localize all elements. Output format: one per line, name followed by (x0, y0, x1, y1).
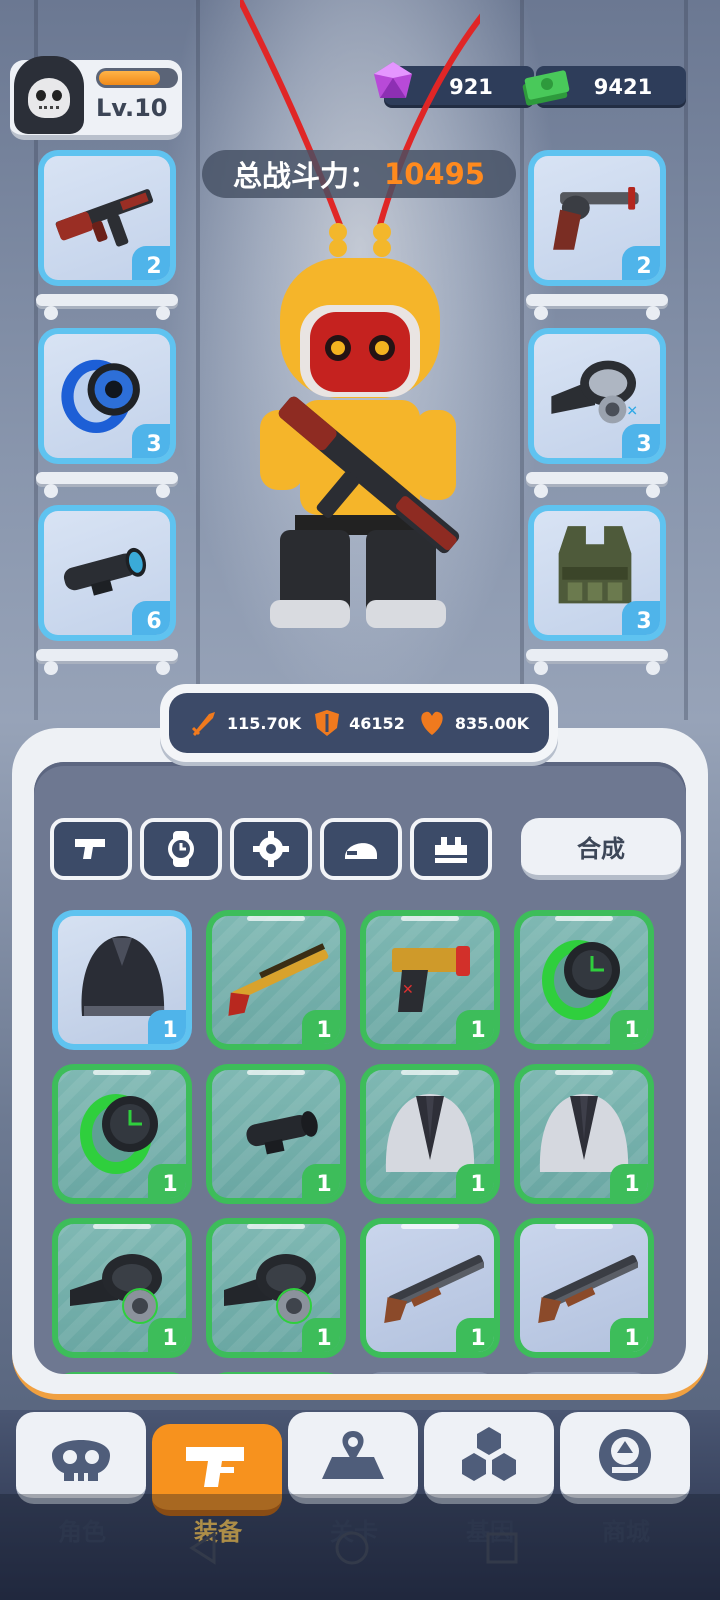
item-count: 1 (302, 1164, 340, 1198)
hexagons-icon (462, 1427, 516, 1481)
equip-slot-head[interactable]: ✕ 3 (528, 328, 666, 464)
health-stat: 835.00K (417, 709, 529, 737)
defense-stat: 46152 (313, 708, 405, 738)
inventory-item-partial[interactable] (360, 1372, 500, 1374)
cash-icon (522, 70, 570, 106)
inventory-item[interactable]: 1 (52, 1218, 192, 1358)
total-power-label: 总战斗力： (233, 159, 379, 193)
item-count: 1 (148, 1164, 186, 1198)
inventory-item-partial[interactable] (206, 1372, 346, 1374)
tab-weapons[interactable] (50, 818, 132, 880)
cash-counter[interactable]: 9421 (522, 66, 686, 108)
inventory-item[interactable]: 1 (206, 1064, 346, 1204)
character-model (240, 0, 480, 628)
inventory-panel: 合成 1 1 ✕ 1 1 1 1 1 1 1 1 1 1 (12, 728, 708, 1400)
equip-slot-sidearm[interactable]: 2 (528, 150, 666, 286)
shelf (526, 290, 668, 320)
equip-slot-watch[interactable]: 3 (38, 328, 176, 464)
attack-value: 115.70K (227, 713, 302, 733)
inventory-item[interactable]: 1 (206, 910, 346, 1050)
shield-icon (315, 710, 340, 736)
gun-icon (75, 839, 105, 859)
shelf (36, 645, 178, 675)
inventory-item-partial[interactable] (514, 1372, 654, 1374)
inventory-item[interactable]: 1 (514, 910, 654, 1050)
helmet-icon (345, 843, 377, 859)
item-count: 1 (148, 1318, 186, 1352)
wall-divider (196, 0, 200, 720)
inventory-item[interactable]: 1 (206, 1218, 346, 1358)
merge-button[interactable]: 合成 (521, 818, 681, 880)
shelf (36, 468, 178, 498)
tab-watches[interactable] (140, 818, 222, 880)
total-power: 总战斗力： 10495 (202, 150, 516, 198)
shelf (526, 645, 668, 675)
item-count: 1 (456, 1164, 494, 1198)
tab-gear[interactable] (230, 818, 312, 880)
gun-icon (186, 1447, 244, 1487)
nav-genes[interactable] (424, 1412, 554, 1504)
item-count: 1 (148, 1010, 186, 1044)
equip-slot-accessory[interactable]: 6 (38, 505, 176, 641)
stats-bar: 115.70K 46152 835.00K (160, 684, 558, 762)
inventory-item[interactable]: 1 (514, 1064, 654, 1204)
heart-icon (421, 711, 443, 735)
inventory-item[interactable]: 1 (360, 1218, 500, 1358)
equip-slot-armor[interactable]: 3 (528, 505, 666, 641)
equip-count: 3 (622, 424, 660, 458)
skull-icon (52, 1440, 110, 1481)
back-icon[interactable] (186, 1530, 222, 1566)
tab-armor[interactable] (410, 818, 492, 880)
shelf (36, 290, 178, 320)
player-profile[interactable]: Lv.10 (10, 56, 182, 140)
attack-icon (191, 712, 215, 736)
recents-icon[interactable] (484, 1530, 520, 1566)
xp-bar (96, 68, 178, 88)
inventory-item[interactable]: 1 (52, 910, 192, 1050)
inventory-item[interactable]: 1 (52, 1064, 192, 1204)
item-count: 1 (456, 1318, 494, 1352)
inventory-grid-area: 合成 1 1 ✕ 1 1 1 1 1 1 1 1 1 1 (34, 762, 686, 1374)
tab-helmets[interactable] (320, 818, 402, 880)
watch-icon (168, 831, 194, 867)
item-count: 1 (302, 1010, 340, 1044)
equip-count: 3 (132, 424, 170, 458)
total-power-value: 10495 (384, 157, 485, 191)
inventory-item[interactable]: 1 (360, 1064, 500, 1204)
defense-value: 46152 (349, 713, 405, 733)
wall-divider (684, 0, 688, 720)
nav-stages[interactable] (288, 1412, 418, 1504)
item-count: 1 (302, 1318, 340, 1352)
equip-count: 2 (622, 246, 660, 280)
shelf (526, 468, 668, 498)
shop-icon (599, 1429, 651, 1481)
nav-shop[interactable] (560, 1412, 690, 1504)
equip-count: 3 (622, 601, 660, 635)
home-icon[interactable] (334, 1530, 370, 1566)
item-count: 1 (456, 1010, 494, 1044)
player-level: Lv.10 (96, 94, 168, 122)
inventory-item-partial[interactable] (52, 1372, 192, 1374)
item-count: 1 (610, 1164, 648, 1198)
item-count: 1 (610, 1010, 648, 1044)
map-icon (322, 1431, 384, 1479)
vest-icon (435, 837, 467, 863)
equip-count: 2 (132, 246, 170, 280)
nav-character[interactable] (16, 1412, 146, 1504)
wall-divider (520, 0, 524, 720)
svg-text:✕: ✕ (402, 982, 414, 998)
equip-slot-weapon[interactable]: 2 (38, 150, 176, 286)
svg-text:✕: ✕ (626, 404, 638, 420)
health-value: 835.00K (454, 713, 529, 733)
cash-amount: 9421 (593, 75, 653, 99)
inventory-item[interactable]: ✕ 1 (360, 910, 500, 1050)
inventory-item[interactable]: 1 (514, 1218, 654, 1358)
gear-icon (253, 831, 289, 867)
item-count: 1 (610, 1318, 648, 1352)
equip-count: 6 (132, 601, 170, 635)
attack-stat: 115.70K (189, 708, 301, 738)
avatar (14, 56, 84, 134)
